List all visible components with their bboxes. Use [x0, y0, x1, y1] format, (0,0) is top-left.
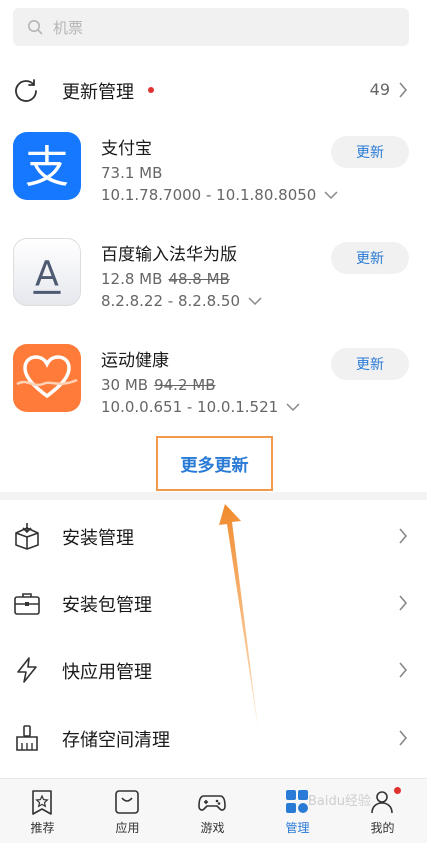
tab-label: 管理 [285, 821, 310, 835]
health-icon [13, 344, 81, 412]
app-version[interactable]: 10.1.78.7000 - 10.1.80.8050 [101, 186, 338, 204]
broom-icon [16, 725, 38, 751]
svg-text:支: 支 [25, 142, 69, 193]
app-name: 支付宝 [101, 139, 152, 159]
tab-label: 游戏 [200, 821, 225, 835]
search-bar[interactable]: 机票 [13, 8, 409, 46]
search-icon [28, 20, 43, 35]
manage-grid-icon [286, 790, 308, 813]
alipay-icon: 支 [13, 132, 81, 200]
update-button[interactable]: 更新 [331, 136, 409, 168]
app-name: 运动健康 [101, 351, 169, 371]
tab-mine[interactable]: 我的 [340, 779, 425, 843]
menu-item-storage-cleanup[interactable]: 存储空间清理 [0, 708, 427, 768]
app-version[interactable]: 8.2.8.22 - 8.2.8.50 [101, 292, 262, 310]
update-management-row[interactable]: 更新管理 49 [0, 68, 427, 112]
chevron-right-icon [399, 730, 408, 746]
menu-item-package-management[interactable]: 安装包管理 [0, 573, 427, 633]
update-count: 49 [369, 80, 390, 99]
chevron-down-icon [286, 402, 300, 411]
app-size: 73.1 MB [101, 164, 163, 182]
chevron-right-icon [399, 528, 408, 544]
app-version[interactable]: 10.0.0.651 - 10.0.1.521 [101, 398, 300, 416]
more-updates-button[interactable]: 更多更新 [156, 436, 273, 491]
star-bookmark-icon [32, 790, 52, 815]
install-box-icon [15, 523, 39, 550]
bottom-tab-bar: 推荐 应用 游戏 管理 我的 [0, 778, 427, 843]
baidu-ime-icon: A [13, 238, 81, 306]
search-placeholder: 机票 [53, 18, 84, 37]
svg-text:A: A [35, 255, 59, 295]
section-divider [0, 492, 427, 500]
tab-label: 我的 [370, 821, 395, 835]
gamepad-icon [198, 795, 226, 811]
app-store-icon [115, 790, 139, 814]
user-icon [371, 791, 393, 814]
app-size: 12.8 MB 48.8 MB [101, 270, 230, 288]
chevron-right-icon [399, 662, 408, 678]
menu-label: 安装包管理 [62, 595, 152, 616]
update-notification-dot [148, 87, 154, 93]
app-name: 百度输入法华为版 [101, 245, 237, 265]
chevron-right-icon [399, 595, 408, 611]
tab-label: 推荐 [30, 821, 55, 835]
notification-dot [394, 787, 401, 794]
app-size: 30 MB 94.2 MB [101, 376, 216, 394]
tab-label: 应用 [115, 821, 140, 835]
app-row-health[interactable]: 运动健康 30 MB 94.2 MB 10.0.0.651 - 10.0.1.52… [0, 344, 427, 444]
tab-manage[interactable]: 管理 [255, 779, 340, 843]
refresh-icon [15, 79, 37, 102]
update-management-title: 更新管理 [62, 82, 134, 103]
tab-games[interactable]: 游戏 [170, 779, 255, 843]
app-row-alipay[interactable]: 支 支付宝 73.1 MB 10.1.78.7000 - 10.1.80.805… [0, 132, 427, 232]
chevron-down-icon [248, 296, 262, 305]
menu-label: 存储空间清理 [62, 730, 170, 751]
menu-label: 快应用管理 [62, 662, 152, 683]
app-old-size: 48.8 MB [168, 270, 230, 288]
app-old-size: 94.2 MB [154, 376, 216, 394]
tab-apps[interactable]: 应用 [85, 779, 170, 843]
briefcase-icon [14, 593, 40, 615]
update-button[interactable]: 更新 [331, 242, 409, 274]
menu-item-install-management[interactable]: 安装管理 [0, 506, 427, 566]
lightning-icon [17, 657, 37, 683]
menu-label: 安装管理 [62, 528, 134, 549]
chevron-down-icon [324, 190, 338, 199]
tab-recommend[interactable]: 推荐 [0, 779, 85, 843]
menu-item-quick-app-management[interactable]: 快应用管理 [0, 640, 427, 700]
watermark: Baidu经验 [308, 794, 371, 809]
chevron-right-icon [399, 82, 408, 98]
update-button[interactable]: 更新 [331, 348, 409, 380]
app-row-baidu-ime[interactable]: A 百度输入法华为版 12.8 MB 48.8 MB 8.2.8.22 - 8.2… [0, 238, 427, 338]
